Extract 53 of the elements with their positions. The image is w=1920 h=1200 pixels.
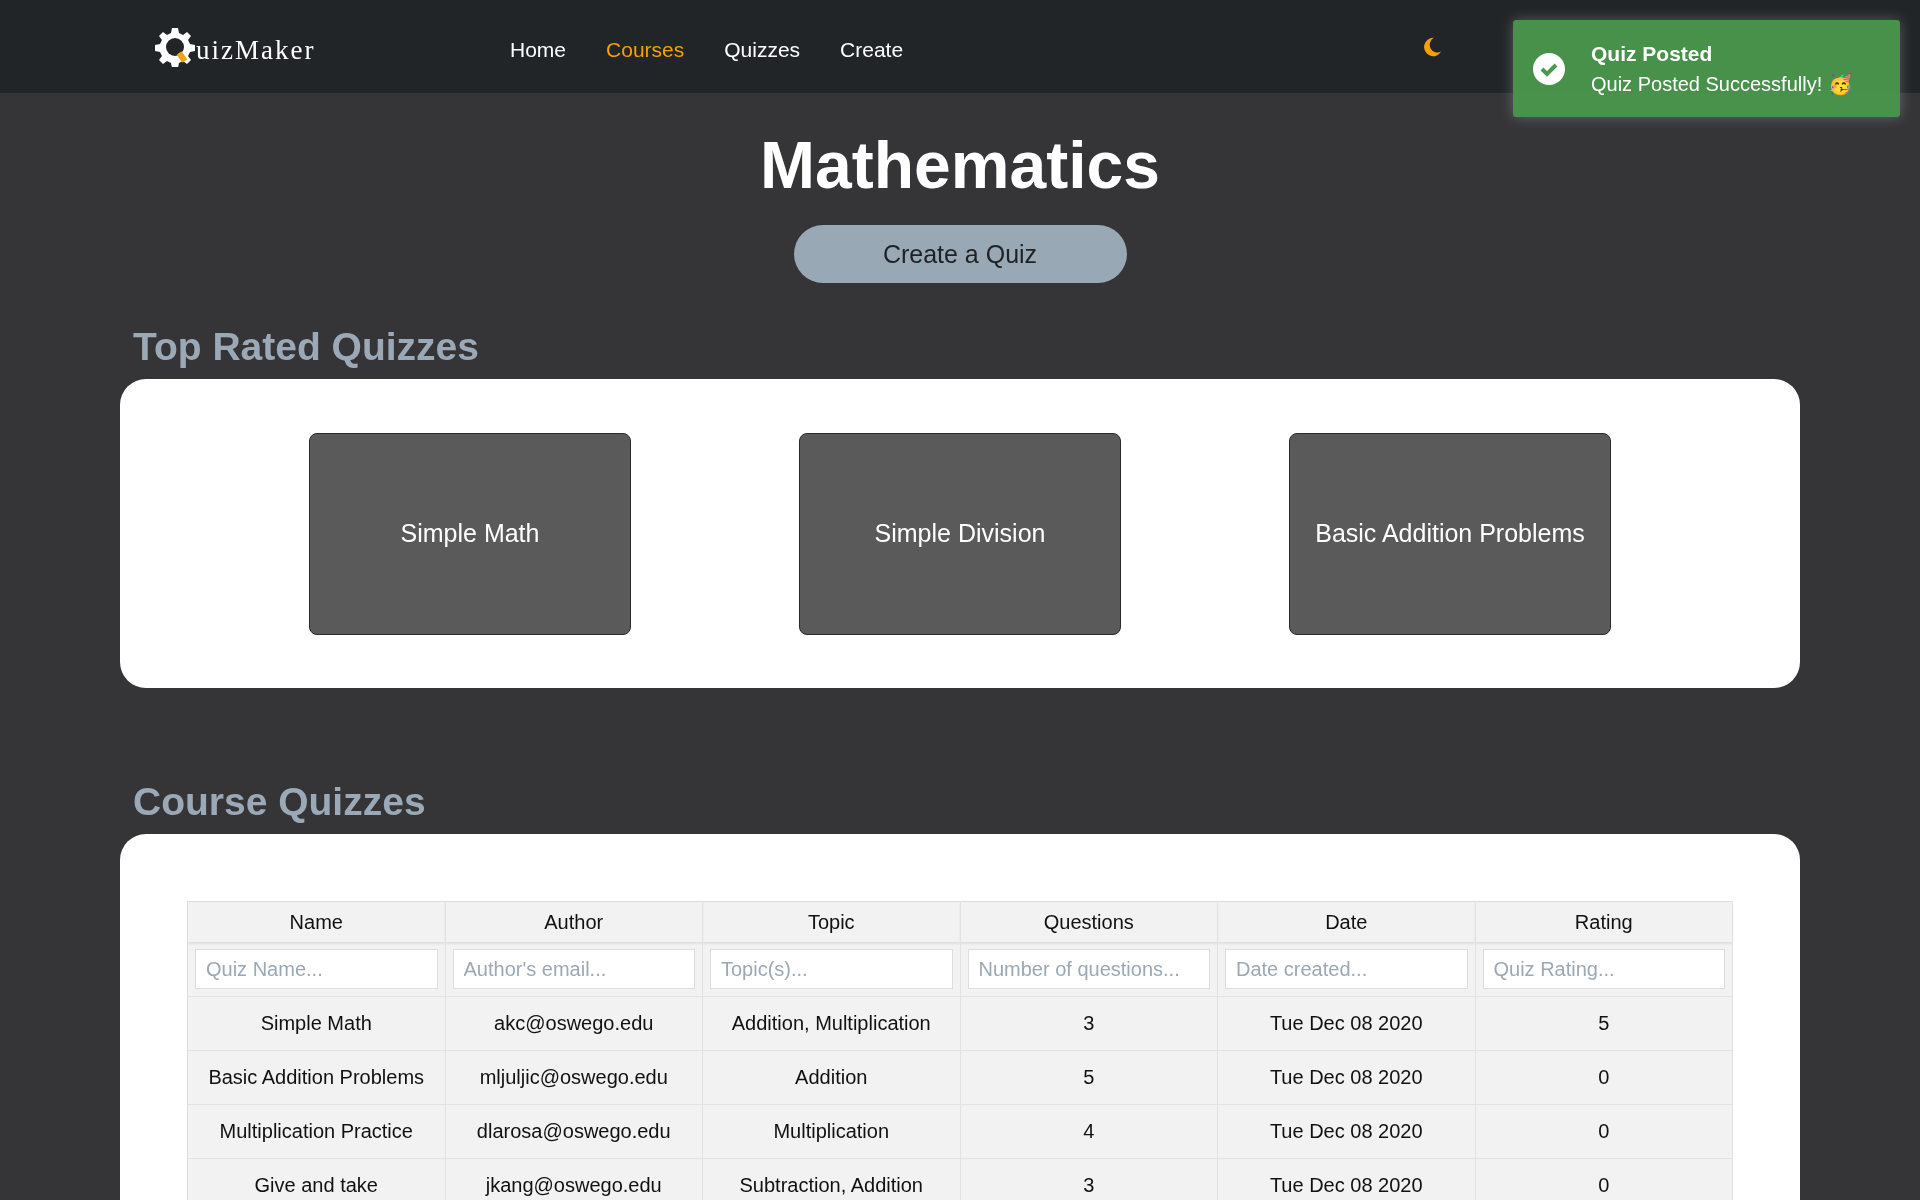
table-cell: Tue Dec 08 2020: [1217, 1104, 1475, 1159]
toast-message: Quiz Posted Successfully! 🥳: [1591, 71, 1853, 96]
table-cell: 4: [960, 1104, 1218, 1159]
nav-link[interactable]: Home: [510, 37, 567, 62]
column-header[interactable]: Topic: [702, 901, 960, 942]
table-cell: 0: [1475, 1050, 1733, 1105]
filter-field[interactable]: Quiz Rating...: [1482, 949, 1725, 989]
nav-link[interactable]: Quizzes: [724, 37, 801, 62]
table-cell: mljuljic@oswego.edu: [445, 1050, 703, 1105]
filter-field[interactable]: Topic(s)...: [710, 949, 953, 989]
column-header[interactable]: Rating: [1475, 901, 1733, 942]
table-cell: 5: [960, 1050, 1218, 1105]
table-cell: Addition: [702, 1050, 960, 1105]
nav-link[interactable]: Courses: [606, 37, 685, 62]
gear-icon: [155, 26, 195, 67]
page-title: Mathematics: [760, 127, 1160, 203]
check-icon: [1533, 52, 1565, 85]
table-cell: 0: [1475, 1104, 1733, 1159]
table-cell: akc@oswego.edu: [445, 996, 703, 1051]
nav-link[interactable]: Create: [840, 37, 904, 62]
table-cell: Basic Addition Problems: [187, 1050, 445, 1105]
section-heading: Top Rated Quizzes: [133, 325, 480, 369]
table-cell: Simple Math: [187, 996, 445, 1051]
filter-field[interactable]: Number of questions...: [967, 949, 1210, 989]
quiz-card[interactable]: Simple Math: [309, 432, 631, 635]
table-cell: 3: [960, 996, 1218, 1051]
table-cell: Multiplication Practice: [187, 1104, 445, 1159]
table-cell: Tue Dec 08 2020: [1217, 1158, 1475, 1200]
quiz-card[interactable]: Simple Division: [799, 432, 1121, 635]
table-cell: Tue Dec 08 2020: [1217, 996, 1475, 1051]
table-cell: 3: [960, 1158, 1218, 1200]
table-cell: 0: [1475, 1158, 1733, 1200]
table-cell: Addition, Multiplication: [702, 996, 960, 1051]
column-header[interactable]: Name: [187, 901, 445, 942]
column-header[interactable]: Author: [445, 901, 703, 942]
logo-text: uizMaker: [196, 35, 316, 66]
quiz-card[interactable]: Basic Addition Problems: [1289, 432, 1611, 635]
column-header[interactable]: Date: [1217, 901, 1475, 942]
moon-icon[interactable]: [1421, 35, 1443, 58]
toast-title: Quiz Posted: [1591, 41, 1714, 66]
table-cell: Multiplication: [702, 1104, 960, 1159]
table-cell: Tue Dec 08 2020: [1217, 1050, 1475, 1105]
table-cell: jkang@oswego.edu: [445, 1158, 703, 1200]
table-cell: Subtraction, Addition: [702, 1158, 960, 1200]
table-cell: 5: [1475, 996, 1733, 1051]
column-header[interactable]: Questions: [960, 901, 1218, 942]
table-cell: Give and take: [187, 1158, 445, 1200]
table-cell: dlarosa@oswego.edu: [445, 1104, 703, 1159]
filter-field[interactable]: Quiz Name...: [195, 949, 438, 989]
filter-field[interactable]: Author's email...: [452, 949, 695, 989]
create-quiz-button[interactable]: Create a Quiz: [793, 225, 1127, 283]
section-heading: Course Quizzes: [133, 780, 427, 824]
filter-field[interactable]: Date created...: [1225, 949, 1468, 989]
